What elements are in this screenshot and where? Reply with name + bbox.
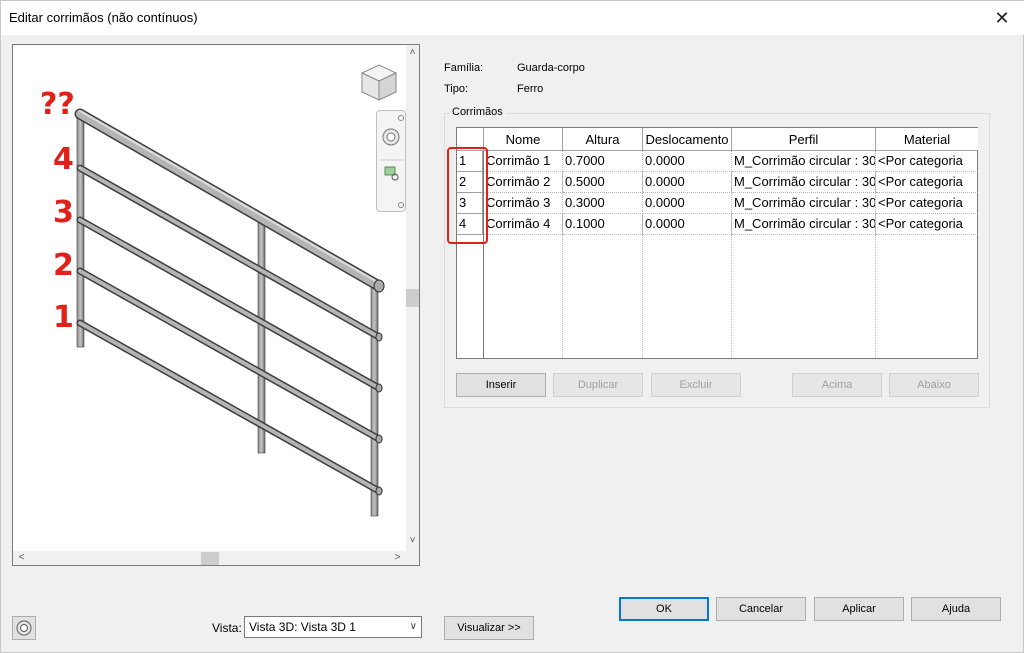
cell-altura[interactable]: 0.1000	[563, 214, 643, 235]
close-button[interactable]: ✕	[987, 4, 1017, 32]
column-header-altura[interactable]: Altura	[563, 128, 643, 151]
cell-deslocamento[interactable]: 0.0000	[643, 172, 732, 193]
duplicar-button[interactable]: Duplicar	[553, 373, 643, 397]
cell-perfil[interactable]: M_Corrimão circular : 30	[732, 193, 876, 214]
dialog-title: Editar corrimãos (não contínuos)	[9, 10, 198, 25]
cell-perfil[interactable]: M_Corrimão circular : 30	[732, 151, 876, 172]
acima-button[interactable]: Acima	[792, 373, 882, 397]
scroll-right-arrow[interactable]: >	[391, 552, 404, 564]
horizontal-scrollbar[interactable]: < >	[13, 551, 408, 565]
familia-label: Família:	[444, 62, 484, 74]
viewcube-icon[interactable]	[359, 63, 399, 103]
cell-material[interactable]: <Por categoria	[876, 151, 978, 172]
familia-value: Guarda-corpo	[517, 62, 585, 74]
cell-deslocamento[interactable]: 0.0000	[643, 214, 732, 235]
cell-nome[interactable]: Corrimão 1	[484, 151, 563, 172]
railings-group-title: Corrimãos	[449, 106, 506, 118]
column-header-perfil[interactable]: Perfil	[732, 128, 876, 151]
cancelar-button[interactable]: Cancelar	[716, 597, 806, 621]
cell-altura[interactable]: 0.5000	[563, 172, 643, 193]
annotation-4: 4	[53, 142, 74, 177]
cell-altura[interactable]: 0.3000	[563, 193, 643, 214]
row-index-highlight	[447, 147, 488, 244]
railings-table[interactable]: Nome Altura Deslocamento Perfil Material…	[456, 127, 978, 359]
cell-material[interactable]: <Por categoria	[876, 193, 978, 214]
cell-perfil[interactable]: M_Corrimão circular : 30	[732, 172, 876, 193]
column-header-deslocamento[interactable]: Deslocamento	[643, 128, 732, 151]
cell-nome[interactable]: Corrimão 3	[484, 193, 563, 214]
annotation-unknown: ??	[40, 87, 75, 122]
scroll-left-arrow[interactable]: <	[15, 552, 28, 564]
cell-altura[interactable]: 0.7000	[563, 151, 643, 172]
inserir-button[interactable]: Inserir	[456, 373, 546, 397]
scroll-up-arrow[interactable]: ˄	[406, 47, 419, 59]
horizontal-scroll-thumb[interactable]	[201, 552, 219, 565]
annotation-2: 2	[53, 248, 74, 283]
cell-material[interactable]: <Por categoria	[876, 214, 978, 235]
annotation-3: 3	[53, 195, 74, 230]
preview-pane[interactable]: ?? 4 3 2 1 ˄ ˅ < >	[12, 44, 420, 566]
navigation-bar	[376, 110, 406, 212]
cell-deslocamento[interactable]: 0.0000	[643, 193, 732, 214]
visualizar-button[interactable]: Visualizar >>	[444, 616, 534, 640]
tipo-value: Ferro	[517, 83, 544, 95]
excluir-button[interactable]: Excluir	[651, 373, 741, 397]
vista-label: Vista:	[212, 621, 242, 635]
vista-select[interactable]: Vista 3D: Vista 3D 1 ∨	[244, 616, 422, 638]
tipo-label: Tipo:	[444, 83, 469, 95]
edit-railings-dialog: Editar corrimãos (não contínuos) ✕ ?? 4 …	[0, 0, 1024, 653]
cell-perfil[interactable]: M_Corrimão circular : 30	[732, 214, 876, 235]
ajuda-button[interactable]: Ajuda	[911, 597, 1001, 621]
vertical-scrollbar[interactable]: ˄ ˅	[406, 45, 419, 553]
scroll-down-arrow[interactable]: ˅	[406, 535, 419, 547]
chevron-down-icon: ∨	[409, 621, 417, 632]
cell-deslocamento[interactable]: 0.0000	[643, 151, 732, 172]
column-header-nome[interactable]: Nome	[484, 128, 563, 151]
steering-wheel-icon	[16, 620, 32, 636]
cell-material[interactable]: <Por categoria	[876, 172, 978, 193]
scroll-corner	[406, 551, 419, 565]
steering-wheel-button[interactable]	[12, 616, 36, 640]
column-header-material[interactable]: Material	[876, 128, 978, 151]
ok-button[interactable]: OK	[619, 597, 709, 621]
vertical-scroll-thumb[interactable]	[406, 289, 419, 307]
railing-3d-preview[interactable]: ?? 4 3 2 1	[13, 45, 408, 545]
title-bar: Editar corrimãos (não contínuos) ✕	[1, 1, 1024, 35]
vista-selected-value: Vista 3D: Vista 3D 1	[249, 620, 356, 634]
annotation-1: 1	[53, 300, 74, 335]
cell-nome[interactable]: Corrimão 4	[484, 214, 563, 235]
abaixo-button[interactable]: Abaixo	[889, 373, 979, 397]
cell-nome[interactable]: Corrimão 2	[484, 172, 563, 193]
aplicar-button[interactable]: Aplicar	[814, 597, 904, 621]
